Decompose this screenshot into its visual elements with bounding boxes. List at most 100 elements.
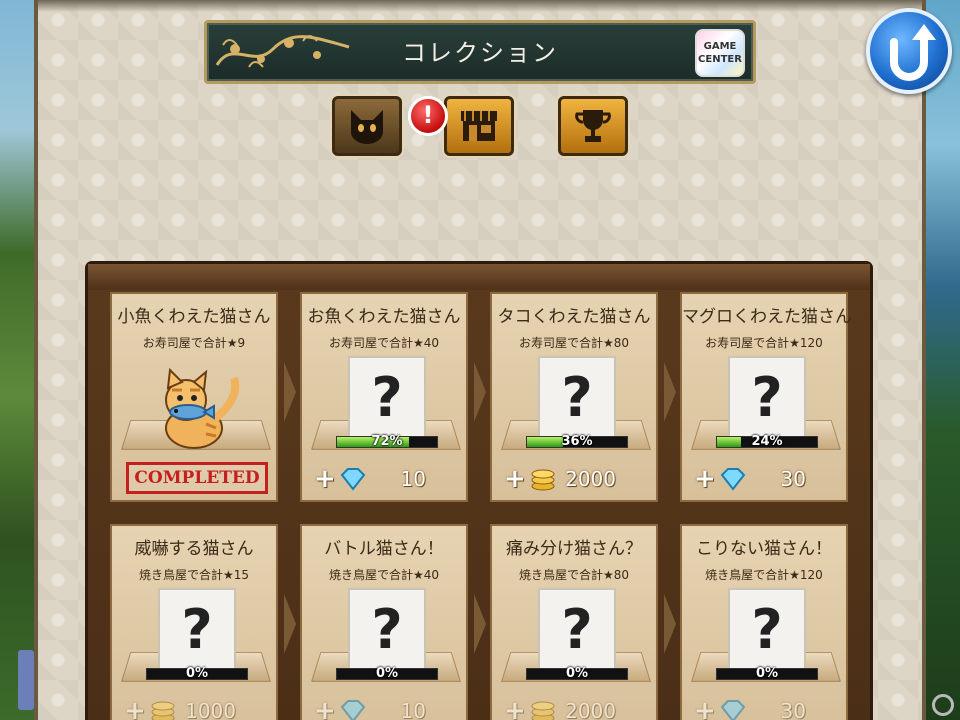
progress-bar: 72% [336, 434, 438, 449]
diamond-icon [340, 468, 366, 491]
plus-sign: + [694, 464, 716, 494]
diamond-icon [720, 700, 746, 720]
reward-amount: 30 [780, 467, 806, 491]
unknown-item-box: ? [158, 588, 236, 670]
collection-item[interactable]: 威嚇する猫さん 焼き鳥屋で合計★15 ? 0% + 1000 [110, 524, 278, 720]
progress-bar: 0% [146, 666, 248, 681]
game-center-label: GAME [703, 41, 737, 52]
background-scenery-left [0, 0, 36, 720]
diamond-icon [340, 700, 366, 720]
collection-item[interactable]: 痛み分け猫さん？ 焼き鳥屋で合計★80 ? 0% + 2000 [490, 524, 658, 720]
item-condition: 焼き鳥屋で合計★120 [705, 568, 823, 582]
item-condition: お寿司屋で合計★9 [142, 336, 246, 350]
reward-amount: 2000 [565, 467, 616, 491]
progress-label: 0% [565, 666, 589, 681]
coin-stack-icon [151, 701, 175, 720]
coin-stack-icon [531, 701, 555, 720]
item-condition: 焼き鳥屋で合計★80 [518, 568, 630, 582]
tab-trophies[interactable] [558, 96, 628, 156]
watermark-logo [932, 694, 954, 716]
chevron-right-icon [284, 362, 296, 422]
unknown-item-box: ? [538, 588, 616, 670]
item-name: 小魚くわえた猫さん [117, 307, 271, 327]
progress-label: 0% [755, 666, 779, 681]
unknown-item-box: ? [348, 588, 426, 670]
chevron-right-icon [664, 362, 676, 422]
plus-sign: + [124, 696, 146, 720]
collection-item[interactable]: マグロくわえた猫さん お寿司屋で合計★120 ? 24% + 30 [680, 292, 852, 502]
item-name: タコくわえた猫さん [497, 307, 651, 327]
collection-item[interactable]: 小魚くわえた猫さん お寿司屋で合計★9 COMPLETED [110, 292, 278, 502]
reward-row: + 30 [694, 696, 834, 720]
chevron-right-icon [664, 594, 676, 654]
game-center-label: CENTER [698, 54, 742, 65]
chevron-right-icon [284, 594, 296, 654]
progress-bar: 0% [526, 666, 628, 681]
item-name: こりない猫さん！ [696, 539, 832, 559]
progress-label: 72% [371, 434, 403, 449]
diamond-icon [720, 468, 746, 491]
title-bar: コレクション GAME CENTER [204, 20, 756, 84]
progress-label: 0% [185, 666, 209, 681]
reward-row: + 10 [314, 696, 454, 720]
collection-item[interactable]: こりない猫さん！ 焼き鳥屋で合計★120 ? 0% + 30 [680, 524, 848, 720]
reward-row: + 2000 [504, 464, 644, 494]
progress-bar: 36% [526, 434, 628, 449]
side-tab[interactable] [18, 650, 34, 710]
item-name: マグロくわえた猫さん [682, 307, 852, 327]
item-condition: お寿司屋で合計★80 [518, 336, 630, 350]
unknown-item-box: ? [538, 356, 616, 438]
shop-icon [461, 111, 497, 141]
progress-bar: 24% [716, 434, 818, 449]
item-name: 威嚇する猫さん [134, 539, 254, 559]
reward-amount: 10 [400, 699, 426, 720]
item-name: お魚くわえた猫さん [307, 307, 461, 327]
reward-row: + 30 [694, 464, 834, 494]
collection-item[interactable]: お魚くわえた猫さん お寿司屋で合計★40 ? 72% + 10 [300, 292, 468, 502]
item-condition: 焼き鳥屋で合計★40 [328, 568, 440, 582]
shelf-rim [88, 264, 870, 290]
cat-with-fish-sprite [165, 368, 240, 449]
page-title: コレクション [402, 39, 558, 67]
tab-cats[interactable] [332, 96, 402, 156]
progress-bar: 0% [336, 666, 438, 681]
item-name: 痛み分け猫さん？ [506, 539, 642, 559]
reward-amount: 1000 [185, 699, 236, 720]
background-scenery-right [924, 0, 960, 720]
game-center-button[interactable]: GAME CENTER [695, 29, 745, 77]
unknown-item-box: ? [348, 356, 426, 438]
collection-item[interactable]: バトル猫さん！ 焼き鳥屋で合計★40 ? 0% + 10 [300, 524, 468, 720]
item-condition: 焼き鳥屋で合計★15 [138, 568, 250, 582]
item-condition: お寿司屋で合計★120 [705, 336, 823, 350]
plus-sign: + [694, 696, 716, 720]
plus-sign: + [314, 696, 336, 720]
cat-face-icon [351, 110, 383, 144]
plus-sign: + [314, 464, 336, 494]
back-button[interactable] [866, 8, 952, 94]
completed-stamp: COMPLETED [126, 462, 268, 494]
plus-sign: + [504, 464, 526, 494]
unknown-item-box: ? [728, 588, 806, 670]
progress-bar: 0% [716, 666, 818, 681]
chevron-right-icon [474, 362, 486, 422]
trophy-icon [575, 110, 611, 142]
chevron-right-icon [474, 594, 486, 654]
progress-label: 24% [751, 434, 783, 449]
progress-label: 0% [375, 666, 399, 681]
reward-amount: 10 [400, 467, 426, 491]
reward-row: + 1000 [124, 696, 264, 720]
reward-row: + 2000 [504, 696, 644, 720]
tab-shops[interactable] [444, 96, 514, 156]
unknown-item-box: ? [728, 356, 806, 438]
plus-sign: + [504, 696, 526, 720]
collection-item[interactable]: タコくわえた猫さん お寿司屋で合計★80 ? 36% + 2000 [490, 292, 658, 502]
reward-row: + 10 [314, 464, 454, 494]
reward-amount: 2000 [565, 699, 616, 720]
alert-badge: ! [408, 96, 448, 136]
progress-label: 36% [561, 434, 593, 449]
reward-amount: 30 [780, 699, 806, 720]
item-name: バトル猫さん！ [324, 539, 444, 559]
coin-stack-icon [531, 469, 555, 491]
item-condition: お寿司屋で合計★40 [328, 336, 440, 350]
panel-shade [38, 0, 922, 12]
